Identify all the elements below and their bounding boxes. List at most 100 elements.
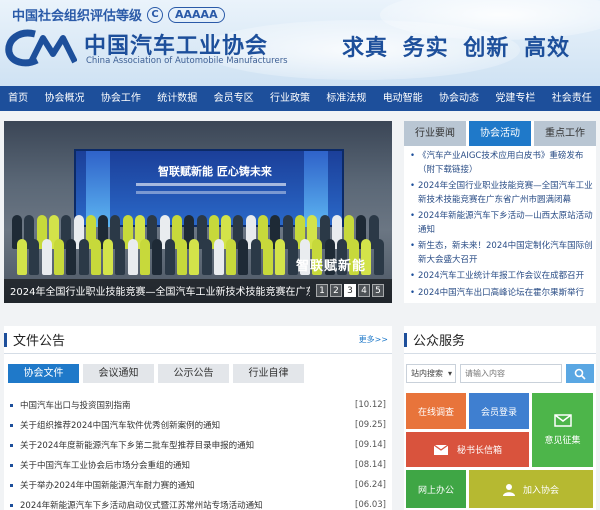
online-survey-tile[interactable]: 在线调查 xyxy=(406,393,466,429)
bullet-icon xyxy=(10,403,13,407)
caam-logo-icon[interactable] xyxy=(5,28,77,68)
file-row[interactable]: 2024年新能源汽车下乡活动启动仪式暨江苏常州站专场活动通知 [06.03] xyxy=(4,495,392,510)
file-title[interactable]: 关于2024年度新能源汽车下乡第二批车型推荐目录申报的通知 xyxy=(20,439,254,451)
file-title[interactable]: 关于组织推荐2024中国汽车软件优秀创新案例的通知 xyxy=(20,419,220,431)
nav-item-standards[interactable]: 标准法规 xyxy=(318,86,374,111)
news-item[interactable]: • 2024中国汽车出口高峰论坛在霍尔果斯举行 xyxy=(410,287,594,301)
secretary-mailbox-tile[interactable]: 秘书长信箱 xyxy=(406,432,529,467)
member-login-label: 会员登录 xyxy=(480,407,517,418)
bullet-icon: • xyxy=(410,287,416,298)
news-carousel[interactable]: 智联赋新能 匠心铸未来 智联赋新能 2024年全国行业职业技能竞赛—全国汽车工业… xyxy=(4,121,392,303)
file-row[interactable]: 关于组织推荐2024中国汽车软件优秀创新案例的通知 [09.25] xyxy=(4,415,392,435)
bullet-icon xyxy=(10,483,13,487)
crowd-person xyxy=(127,239,138,275)
crowd-person xyxy=(201,239,212,275)
add-user-icon xyxy=(502,483,515,496)
tab-meeting-notices[interactable]: 会议通知 xyxy=(83,364,154,383)
nav-item-policy[interactable]: 行业政策 xyxy=(262,86,318,111)
motto: 求真 务实 创新 高效 xyxy=(342,36,570,61)
nav-item-work[interactable]: 协会工作 xyxy=(93,86,149,111)
crowd-person xyxy=(152,239,163,275)
tab-self-discipline[interactable]: 行业自律 xyxy=(233,364,304,383)
file-row[interactable]: 中国汽车出口与投资国别指南 [10.12] xyxy=(4,395,392,415)
nav-item-news[interactable]: 协会动态 xyxy=(431,86,487,111)
carousel-dot-2[interactable]: 2 xyxy=(330,284,342,297)
online-office-tile[interactable]: 网上办公 xyxy=(406,470,466,508)
envelope-icon xyxy=(553,414,572,427)
nav-item-electric[interactable]: 电动智能 xyxy=(375,86,431,111)
carousel-dot-3[interactable]: 3 xyxy=(344,284,356,297)
crowd-person xyxy=(226,239,237,275)
nav-item-responsibility[interactable]: 社会责任 xyxy=(544,86,600,111)
member-login-tile[interactable]: 会员登录 xyxy=(469,393,529,429)
carousel-pager: 1 2 3 4 5 xyxy=(316,284,384,297)
bullet-icon xyxy=(10,463,13,467)
crowd-person xyxy=(263,239,273,275)
search-input[interactable] xyxy=(460,364,562,383)
file-date: [10.12] xyxy=(355,400,386,410)
screen-line xyxy=(136,191,286,194)
files-more-link[interactable]: 更多>> xyxy=(359,334,388,345)
crowd-person xyxy=(275,239,286,275)
carousel-dot-5[interactable]: 5 xyxy=(372,284,384,297)
search-scope-select[interactable]: 站内搜索 ▾ xyxy=(406,364,456,383)
crowd-person xyxy=(90,239,101,275)
files-section: 文件公告 更多>> 协会文件 会议通知 公示公告 行业自律 中国汽车出口与投资国… xyxy=(4,326,392,510)
bullet-icon: • xyxy=(410,151,416,161)
news-item[interactable]: • 新生态，新未来！2024中国定制化汽车国际创新大会盛大召开 xyxy=(410,240,594,267)
screen-text: 智联赋新能 匠心铸未来 xyxy=(158,165,272,178)
file-title[interactable]: 中国汽车出口与投资国别指南 xyxy=(20,399,131,411)
service-tiles: 在线调查 会员登录 意见征集 秘书长信箱 网上办公 加入协会 xyxy=(406,393,594,508)
nav-item-party[interactable]: 党建专栏 xyxy=(487,86,543,111)
news-item-title[interactable]: 2024年新能源汽车下乡活动—山西太原站活动通知 xyxy=(418,210,594,237)
news-item[interactable]: • 《汽车产业AIGC技术应用白皮书》重磅发布（附下载链接） xyxy=(410,150,594,177)
crowd-person xyxy=(213,239,224,275)
tab-association-files[interactable]: 协会文件 xyxy=(8,364,79,383)
carousel-dot-1[interactable]: 1 xyxy=(316,284,328,297)
bullet-icon xyxy=(10,503,13,507)
tab-industry-news[interactable]: 行业要闻 xyxy=(404,121,466,146)
news-item-title[interactable]: 《汽车产业AIGC技术应用白皮书》重磅发布（附下载链接） xyxy=(418,150,594,177)
chevron-down-icon: ▾ xyxy=(447,369,452,378)
file-date: [09.25] xyxy=(355,420,386,430)
main-nav: 首页 协会概况 协会工作 统计数据 会员专区 行业政策 标准法规 电动智能 协会… xyxy=(0,86,600,111)
crowd-person xyxy=(373,239,384,275)
search-icon xyxy=(574,368,586,380)
news-item-title[interactable]: 新生态，新未来！2024中国定制化汽车国际创新大会盛大召开 xyxy=(418,240,594,267)
news-item-title[interactable]: 2024年全国行业职业技能竞赛—全国汽车工业新技术技能竞赛在广东省广州市圆满闭幕 xyxy=(418,180,594,207)
crowd-person xyxy=(176,239,187,275)
online-survey-label: 在线调查 xyxy=(417,407,454,418)
file-row[interactable]: 关于2024年度新能源汽车下乡第二批车型推荐目录申报的通知 [09.14] xyxy=(4,435,392,455)
news-item[interactable]: • 2024汽车工业统计年报工作会议在成都召开 xyxy=(410,270,594,284)
tab-public-notices[interactable]: 公示公告 xyxy=(158,364,229,383)
file-date: [08.14] xyxy=(355,460,386,470)
carousel-dot-4[interactable]: 4 xyxy=(358,284,370,297)
news-item-title[interactable]: 2024中国汽车出口高峰论坛在霍尔果斯举行 xyxy=(418,287,584,301)
file-row[interactable]: 关于举办2024年中国新能源汽车耐力赛的通知 [06.24] xyxy=(4,475,392,495)
carousel-caption[interactable]: 2024年全国行业职业技能竞赛—全国汽车工业新技术技能竞赛在广东省广州市圆满闭幕 xyxy=(10,283,310,298)
tab-association-activities[interactable]: 协会活动 xyxy=(469,121,531,146)
nav-item-members[interactable]: 会员专区 xyxy=(205,86,261,111)
nav-item-overview[interactable]: 协会概况 xyxy=(36,86,92,111)
news-item[interactable]: • 2024年全国行业职业技能竞赛—全国汽车工业新技术技能竞赛在广东省广州市圆满闭… xyxy=(410,180,594,207)
file-title[interactable]: 关于举办2024年中国新能源汽车耐力赛的通知 xyxy=(20,479,195,491)
files-section-title: 文件公告 xyxy=(13,334,66,349)
join-association-tile[interactable]: 加入协会 xyxy=(469,470,593,508)
rating-stars: AAAAA xyxy=(168,6,225,23)
news-item-title[interactable]: 2024汽车工业统计年报工作会议在成都召开 xyxy=(418,270,584,284)
file-row[interactable]: 关于中国汽车工业协会后市场分会重组的通知 [08.14] xyxy=(4,455,392,475)
tab-key-work[interactable]: 重点工作 xyxy=(534,121,596,146)
news-tabs: 行业要闻 协会活动 重点工作 xyxy=(404,121,596,146)
envelope-icon xyxy=(433,443,449,455)
rating-badge: 中国社会组织评估等级 C AAAAA xyxy=(12,5,225,24)
online-office-label: 网上办公 xyxy=(417,485,454,496)
news-item[interactable]: • 2024年新能源汽车下乡活动—山西太原站活动通知 xyxy=(410,210,594,237)
bullet-icon: • xyxy=(410,211,416,221)
file-title[interactable]: 2024年新能源汽车下乡活动启动仪式暨江苏常州站专场活动通知 xyxy=(20,499,263,510)
services-section-header: 公众服务 xyxy=(404,326,596,354)
file-title[interactable]: 关于中国汽车工业协会后市场分会重组的通知 xyxy=(20,459,190,471)
nav-item-home[interactable]: 首页 xyxy=(0,86,36,111)
nav-item-statistics[interactable]: 统计数据 xyxy=(149,86,205,111)
search-button[interactable] xyxy=(566,364,594,383)
opinion-collection-tile[interactable]: 意见征集 xyxy=(532,393,593,467)
